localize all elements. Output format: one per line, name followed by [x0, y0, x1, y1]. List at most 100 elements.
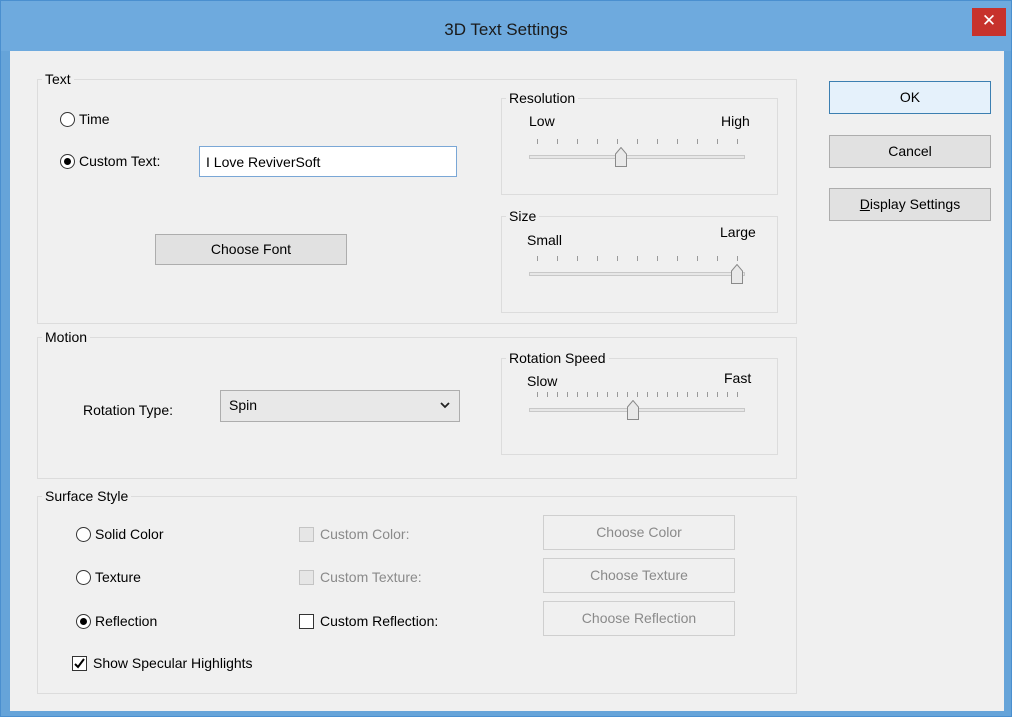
slider-tick [677, 256, 678, 261]
ok-button[interactable]: OK [829, 81, 991, 114]
slider-tick [617, 139, 618, 144]
time-radio[interactable] [60, 112, 75, 127]
slider-tick [617, 256, 618, 261]
slider-tick [657, 256, 658, 261]
rotation-speed-max-label: Fast [724, 370, 752, 386]
slider-tick [627, 392, 628, 397]
slider-tick [637, 392, 638, 397]
reflection-label[interactable]: Reflection [95, 613, 157, 629]
choose-color-button[interactable]: Choose Color [543, 515, 735, 550]
time-label[interactable]: Time [79, 111, 110, 127]
custom-texture-label: Custom Texture: [320, 569, 422, 585]
choose-texture-button[interactable]: Choose Texture [543, 558, 735, 593]
custom-color-label: Custom Color: [320, 526, 410, 542]
slider-thumb[interactable] [615, 147, 627, 167]
rotation-type-label: Rotation Type: [83, 402, 174, 418]
slider-tick [667, 392, 668, 397]
slider-tick [707, 392, 708, 397]
reflection-radio[interactable] [76, 614, 91, 629]
choose-font-label: Choose Font [210, 241, 292, 257]
slider-tick [557, 392, 558, 397]
cancel-button[interactable]: Cancel [829, 135, 991, 168]
slider-tick [537, 256, 538, 261]
slider-tick [577, 392, 578, 397]
resolution-label: Resolution [506, 90, 579, 106]
slider-tick [697, 392, 698, 397]
choose-reflection-button[interactable]: Choose Reflection [543, 601, 735, 636]
size-min-label: Small [527, 232, 563, 248]
custom-text-radio[interactable] [60, 154, 75, 169]
slider-tick [647, 392, 648, 397]
rotation-speed-label: Rotation Speed [506, 350, 609, 366]
custom-texture-checkbox[interactable] [299, 570, 314, 585]
custom-text-label[interactable]: Custom Text: [79, 153, 160, 169]
close-button[interactable]: ✕ [972, 8, 1006, 36]
display-settings-button[interactable]: Display Settings [829, 188, 991, 221]
slider-tick [737, 392, 738, 397]
slider-thumb[interactable] [731, 264, 743, 284]
slider-tick [537, 139, 538, 144]
slider-tick [677, 139, 678, 144]
slider-tick [597, 256, 598, 261]
custom-reflection-label[interactable]: Custom Reflection: [320, 613, 438, 629]
checkmark-icon [74, 658, 85, 669]
dialog-title: 3D Text Settings [444, 20, 568, 39]
resolution-min-label: Low [529, 113, 555, 129]
solid-color-label[interactable]: Solid Color [95, 526, 163, 542]
size-slider[interactable] [529, 256, 745, 292]
slider-tick [567, 392, 568, 397]
size-label: Size [506, 208, 540, 224]
slider-track[interactable] [529, 272, 745, 276]
slider-tick [557, 139, 558, 144]
slider-track[interactable] [529, 155, 745, 159]
solid-color-radio[interactable] [76, 527, 91, 542]
slider-tick [717, 392, 718, 397]
title-bar[interactable]: 3D Text Settings ✕ [1, 1, 1011, 51]
slider-tick [597, 139, 598, 144]
custom-color-checkbox[interactable] [299, 527, 314, 542]
ok-label: OK [899, 89, 921, 105]
slider-tick [587, 392, 588, 397]
texture-radio[interactable] [76, 570, 91, 585]
slider-thumb[interactable] [627, 400, 639, 420]
choose-reflection-label: Choose Reflection [581, 610, 697, 626]
specular-highlights-label[interactable]: Show Specular Highlights [93, 655, 253, 671]
slider-tick [547, 392, 548, 397]
choose-texture-label: Choose Texture [590, 567, 688, 583]
resolution-max-label: High [721, 113, 750, 129]
slider-tick [577, 256, 578, 261]
chevron-down-icon [439, 395, 451, 418]
choose-color-label: Choose Color [596, 524, 682, 540]
slider-tick [657, 139, 658, 144]
slider-tick [617, 392, 618, 397]
text-group-label: Text [42, 71, 74, 87]
dialog-client: Text Time Custom Text: Choose Font Resol… [10, 51, 1004, 711]
rotation-speed-min-label: Slow [527, 373, 558, 389]
rotation-type-value: Spin [229, 397, 258, 413]
choose-font-button[interactable]: Choose Font [155, 234, 347, 265]
slider-tick [737, 256, 738, 261]
slider-tick [607, 392, 608, 397]
custom-reflection-checkbox[interactable] [299, 614, 314, 629]
slider-tick [697, 139, 698, 144]
display-settings-label: isplay Settings [869, 196, 961, 212]
size-max-label: Large [720, 224, 756, 240]
slider-tick [637, 256, 638, 261]
specular-highlights-checkbox[interactable] [72, 656, 87, 671]
slider-tick [687, 392, 688, 397]
surface-style-label: Surface Style [42, 488, 132, 504]
rotation-type-select[interactable]: Spin [220, 390, 460, 422]
display-settings-access-key: D [859, 196, 870, 212]
custom-text-input[interactable] [199, 146, 457, 177]
slider-tick [727, 392, 728, 397]
slider-tick [677, 392, 678, 397]
texture-label[interactable]: Texture [95, 569, 141, 585]
close-icon: ✕ [981, 11, 997, 30]
motion-group-label: Motion [42, 329, 91, 345]
resolution-slider[interactable] [529, 139, 745, 175]
dialog-window: 3D Text Settings ✕ Text Time Custom Text… [0, 0, 1012, 717]
slider-tick [737, 139, 738, 144]
slider-tick [597, 392, 598, 397]
rotation-speed-slider[interactable] [529, 392, 745, 428]
slider-tick [657, 392, 658, 397]
